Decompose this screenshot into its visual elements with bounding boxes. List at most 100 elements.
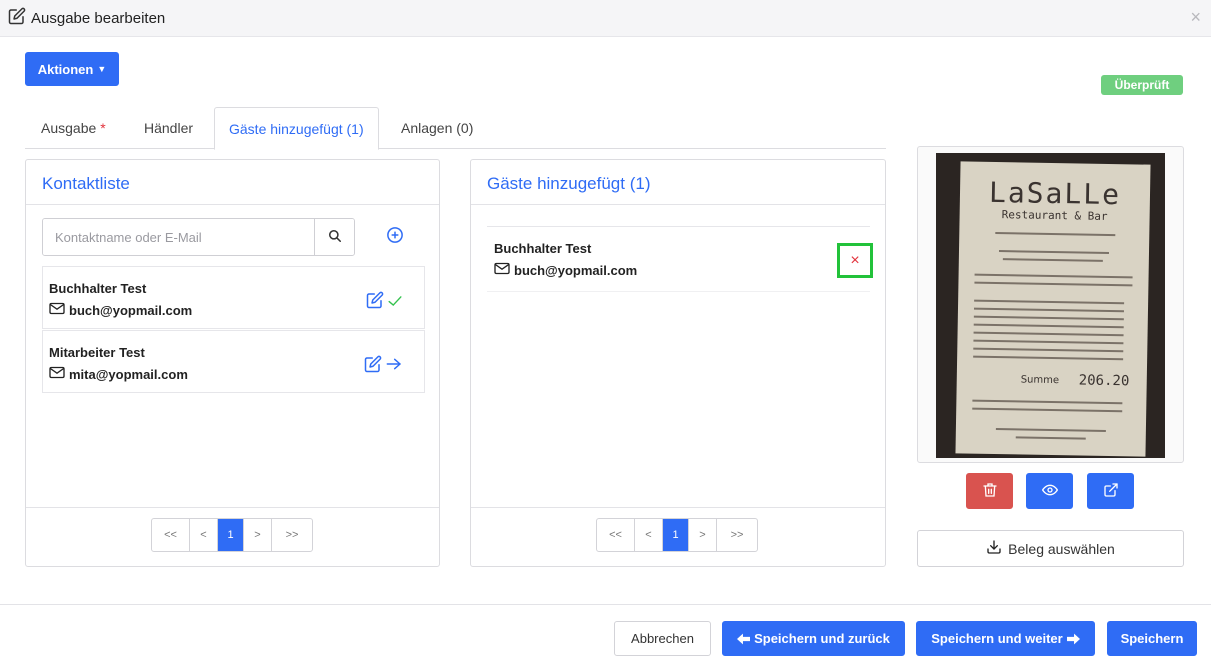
select-receipt-label: Beleg auswählen xyxy=(1008,540,1115,557)
contact-name: Buchhalter Test xyxy=(49,281,147,296)
contact-search-input[interactable] xyxy=(43,219,314,255)
contact-list-panel: Kontaktliste Buchhalter Test buch@yopmai… xyxy=(25,159,440,567)
edit-icon xyxy=(8,7,26,29)
page-first[interactable]: << xyxy=(152,519,190,551)
receipt-text-line xyxy=(973,315,1124,321)
page-current[interactable]: 1 xyxy=(663,519,689,551)
tab-label: Ausgabe xyxy=(41,120,97,136)
page-next[interactable]: > xyxy=(689,519,717,551)
download-icon xyxy=(986,539,1002,558)
contact-email: buch@yopmail.com xyxy=(49,302,192,318)
row-actions xyxy=(364,355,402,376)
receipt-text-line xyxy=(995,428,1106,432)
receipt-text-line xyxy=(1015,436,1086,440)
trash-icon xyxy=(982,482,998,501)
tab-gaeste[interactable]: Gäste hinzugefügt (1) xyxy=(214,107,379,150)
open-receipt-button[interactable] xyxy=(1087,473,1134,509)
envelope-icon xyxy=(49,302,65,318)
panel-title: Kontaktliste xyxy=(42,174,130,193)
guests-panel: Gäste hinzugefügt (1) Buchhalter Test bu… xyxy=(470,159,886,567)
receipt-text-line xyxy=(998,250,1110,254)
tab-ausgabe[interactable]: Ausgabe * xyxy=(27,107,120,149)
tab-bar: Ausgabe * Händler Gäste hinzugefügt (1) … xyxy=(25,107,886,150)
page-last[interactable]: >> xyxy=(717,519,757,551)
add-contact-button[interactable] xyxy=(384,225,406,247)
actions-dropdown-button[interactable]: Aktionen ▼ xyxy=(25,52,119,86)
divider xyxy=(26,204,439,205)
cancel-button[interactable]: Abbrechen xyxy=(614,621,711,656)
contact-row: Mitarbeiter Test mita@yopmail.com xyxy=(42,330,425,393)
contact-search xyxy=(42,218,355,256)
remove-guest-button[interactable]: × xyxy=(837,243,873,278)
save-and-next-label: Speichern und weiter xyxy=(931,631,1063,646)
save-and-back-label: Speichern und zurück xyxy=(754,631,890,646)
search-icon xyxy=(328,229,342,246)
tab-anlagen[interactable]: Anlagen (0) xyxy=(387,107,487,149)
guest-pagination: << < 1 > >> xyxy=(596,518,758,552)
caret-down-icon: ▼ xyxy=(97,64,107,74)
modal-title-text: Ausgabe bearbeiten xyxy=(31,9,166,27)
receipt-text-line xyxy=(973,323,1124,329)
receipt-text-line xyxy=(974,273,1133,279)
plus-circle-icon xyxy=(386,226,404,247)
arrow-left-icon xyxy=(737,633,751,645)
receipt-text-line xyxy=(973,339,1124,345)
receipt-text-line xyxy=(1002,258,1103,262)
row-actions xyxy=(366,291,402,312)
save-label: Speichern xyxy=(1120,631,1184,646)
receipt-text-line xyxy=(973,355,1124,361)
receipt-brand: LaSaLLe xyxy=(988,175,1122,212)
contact-email: mita@yopmail.com xyxy=(49,366,188,382)
receipt-total-label: Summe xyxy=(1020,374,1060,387)
divider xyxy=(471,507,885,508)
add-guest-arrow-icon[interactable] xyxy=(386,357,402,374)
footer-divider xyxy=(0,604,1211,605)
guest-name: Buchhalter Test xyxy=(494,241,592,256)
envelope-icon xyxy=(49,366,65,382)
select-receipt-button[interactable]: Beleg auswählen xyxy=(917,530,1184,567)
receipt-text-line xyxy=(974,281,1133,287)
page-last[interactable]: >> xyxy=(272,519,312,551)
receipt-text-line xyxy=(973,331,1124,337)
receipt-paper: LaSaLLe Restaurant & Bar Summe 206.20 xyxy=(955,161,1151,457)
page-current[interactable]: 1 xyxy=(218,519,244,551)
external-link-icon xyxy=(1103,482,1119,501)
receipt-subtitle: Restaurant & Bar xyxy=(1001,208,1108,223)
receipt-text-line xyxy=(972,399,1123,405)
check-icon xyxy=(388,294,402,310)
divider xyxy=(471,204,885,205)
save-and-next-button[interactable]: Speichern und weiter xyxy=(916,621,1095,656)
contact-name: Mitarbeiter Test xyxy=(49,345,145,360)
tab-label: Anlagen (0) xyxy=(401,120,474,136)
delete-receipt-button[interactable] xyxy=(966,473,1013,509)
tab-label: Gäste hinzugefügt (1) xyxy=(229,120,364,137)
page-prev[interactable]: < xyxy=(635,519,663,551)
contact-email-text: buch@yopmail.com xyxy=(69,302,193,318)
page-prev[interactable]: < xyxy=(190,519,218,551)
tab-haendler[interactable]: Händler xyxy=(130,107,207,149)
receipt-text-line xyxy=(974,299,1125,305)
edit-contact-icon[interactable] xyxy=(366,291,384,312)
search-button[interactable] xyxy=(314,219,354,255)
page-first[interactable]: << xyxy=(597,519,635,551)
divider xyxy=(26,507,439,508)
save-button[interactable]: Speichern xyxy=(1107,621,1197,656)
receipt-text-line xyxy=(973,347,1124,353)
receipt-preview: LaSaLLe Restaurant & Bar Summe 206.20 xyxy=(917,146,1184,463)
close-button[interactable]: × xyxy=(1190,7,1201,28)
contact-pagination: << < 1 > >> xyxy=(151,518,313,552)
view-receipt-button[interactable] xyxy=(1026,473,1073,509)
panel-title: Gäste hinzugefügt (1) xyxy=(487,174,651,193)
save-and-back-button[interactable]: Speichern und zurück xyxy=(722,621,905,656)
modal-header: Ausgabe bearbeiten × xyxy=(0,0,1211,37)
required-mark: * xyxy=(100,120,106,136)
edit-contact-icon[interactable] xyxy=(364,355,382,376)
actions-label: Aktionen xyxy=(37,61,94,77)
page-next[interactable]: > xyxy=(244,519,272,551)
eye-icon xyxy=(1041,482,1059,501)
receipt-text-line xyxy=(995,231,1116,237)
envelope-icon xyxy=(494,262,510,278)
guest-email-text: buch@yopmail.com xyxy=(514,262,638,278)
modal-title: Ausgabe bearbeiten xyxy=(8,7,165,29)
cancel-label: Abbrechen xyxy=(631,631,694,646)
